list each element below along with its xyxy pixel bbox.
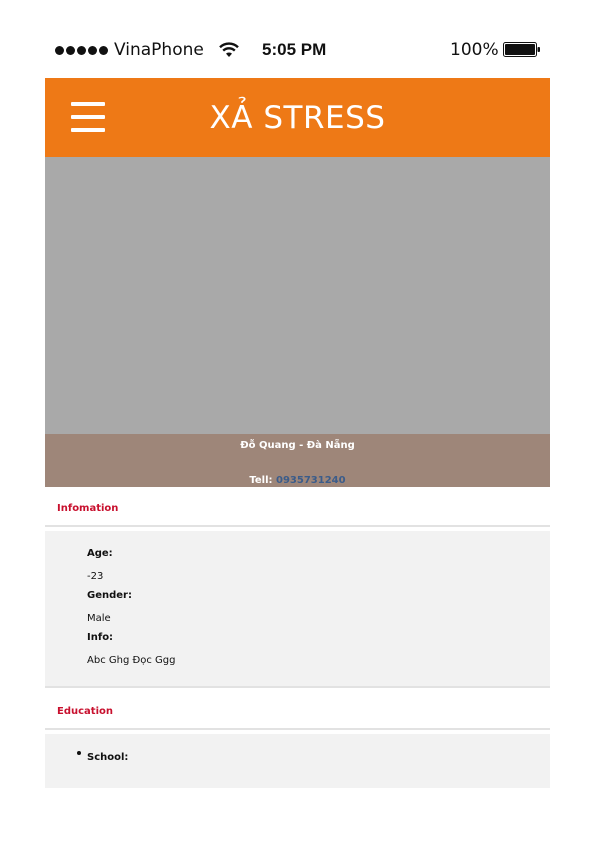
battery-icon (503, 42, 540, 57)
info-value: Abc Ghg Đọc Ggg (87, 655, 176, 666)
app-title: XẢ STRESS (209, 100, 386, 136)
signal-icon (55, 45, 108, 55)
school-label: School: (87, 752, 129, 763)
education-section-header: Education (45, 690, 550, 730)
carrier-name: VinaPhone (114, 40, 204, 60)
app-header: XẢ STRESS (45, 78, 550, 157)
age-label: Age: (87, 548, 113, 559)
information-section-header: Infomation (45, 487, 550, 527)
wifi-icon (219, 42, 239, 57)
status-time: 5:05 PM (262, 40, 327, 59)
education-title: Education (57, 706, 113, 717)
gender-label: Gender: (87, 590, 132, 601)
profile-phone: Tell: 0935731240 (45, 474, 550, 488)
profile-band: Đỗ Quang - Đà Nẵng Tell: 0935731240 (45, 434, 550, 487)
education-body: School: (45, 734, 550, 788)
tell-label: Tell: (249, 475, 273, 486)
age-value: -23 (87, 571, 104, 582)
information-title: Infomation (57, 503, 119, 514)
status-bar: VinaPhone 5:05 PM 100% (0, 0, 595, 78)
gender-value: Male (87, 613, 111, 624)
information-body: Age: -23 Gender: Male Info: Abc Ghg Đọc … (45, 531, 550, 688)
info-label: Info: (87, 632, 114, 643)
phone-link[interactable]: 0935731240 (276, 475, 346, 486)
profile-name: Đỗ Quang - Đà Nẵng (240, 440, 355, 451)
carrier: VinaPhone (55, 40, 204, 60)
battery-percentage: 100% (450, 40, 499, 60)
bullet-icon (77, 751, 81, 755)
cover-image (45, 157, 550, 434)
